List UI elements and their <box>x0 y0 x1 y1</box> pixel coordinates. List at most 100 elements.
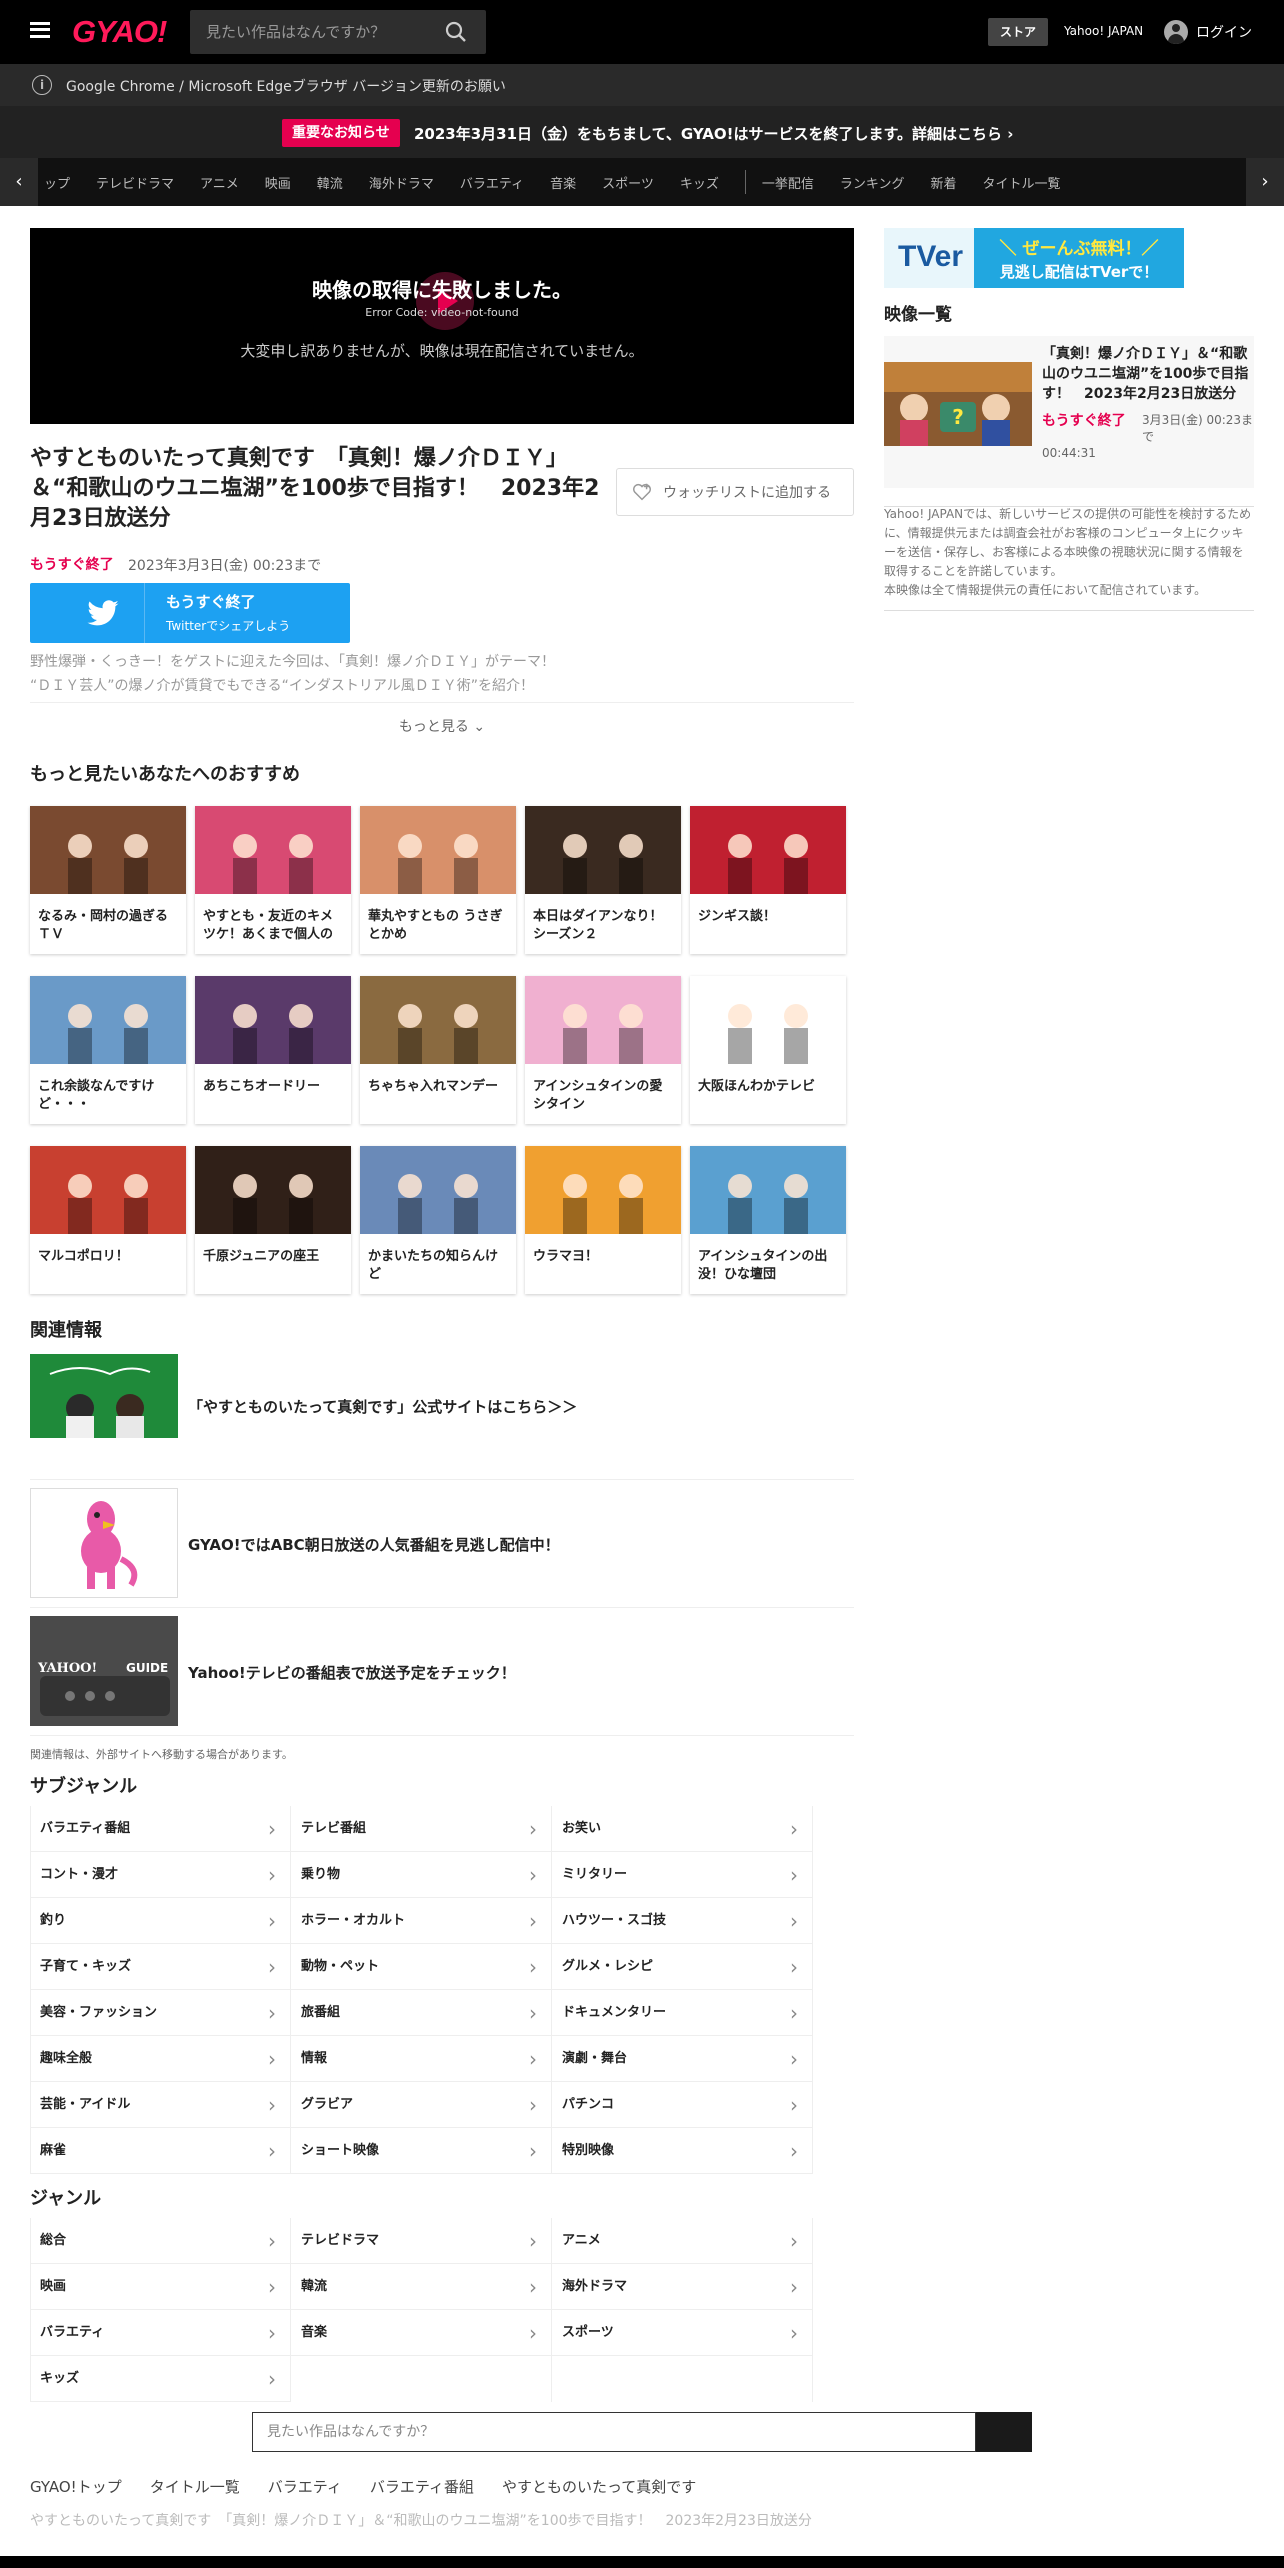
column-divider <box>551 2218 552 2402</box>
footer-search-input[interactable] <box>252 2412 976 2452</box>
breadcrumb-item[interactable]: バラエティ <box>268 2476 342 2497</box>
disclaimer-text: 本映像は全て情報提供元の責任において配信されています。 <box>884 583 1207 597</box>
search-input[interactable] <box>190 10 436 54</box>
recommend-card[interactable]: やすとも・友近のキメツケ！あくまで個人の <box>195 806 351 954</box>
genre-link[interactable]: 情報 <box>291 2036 551 2082</box>
nav-item[interactable]: タイトル一覧 <box>983 173 1061 192</box>
genre-link[interactable]: 芸能・アイドル <box>30 2082 290 2128</box>
recommend-title: アインシュタインの出没！ひな壇団 <box>698 1249 828 1282</box>
recommend-card[interactable]: あちこちオードリー <box>195 976 351 1124</box>
genre-link[interactable]: ミリタリー <box>552 1852 812 1898</box>
recommend-title: あちこちオードリー <box>203 1079 321 1094</box>
genre-link[interactable]: ショート映像 <box>291 2128 551 2174</box>
recommend-card[interactable]: 本日はダイアンなり！シーズン２ <box>525 806 681 954</box>
nav-item[interactable]: ランキング <box>840 173 905 192</box>
recommend-card[interactable]: ジンギス談！ <box>690 806 846 954</box>
nav-item[interactable]: 映画 <box>265 173 291 192</box>
genre-link[interactable]: 子育て・キッズ <box>30 1944 290 1990</box>
genre-link[interactable]: お笑い <box>552 1806 812 1852</box>
nav-item[interactable]: キッズ <box>680 173 719 192</box>
nav-item[interactable]: ップ <box>44 173 70 192</box>
recommend-title: ジンギス談！ <box>698 909 777 924</box>
menu-icon[interactable] <box>30 22 50 38</box>
video-player[interactable]: 映像の取得に失敗しました。 Error Code: video-not-foun… <box>30 228 854 424</box>
nav-item[interactable]: 音楽 <box>550 173 576 192</box>
genre-link[interactable]: グラビア <box>291 2082 551 2128</box>
breadcrumb-item[interactable]: バラエティ番組 <box>370 2476 474 2497</box>
related-item[interactable]: YAHOO! GUIDE Yahoo!テレビの番組表で放送予定をチェック！ <box>30 1616 854 1736</box>
yahoo-japan-link[interactable]: Yahoo! JAPAN <box>1064 24 1143 38</box>
genre-link[interactable]: 乗り物 <box>291 1852 551 1898</box>
breadcrumb-item[interactable]: やすとものいたって真剣です <box>502 2476 696 2497</box>
genre-link[interactable]: 麻雀 <box>30 2128 290 2174</box>
genre-link[interactable]: 旅番組 <box>291 1990 551 2036</box>
store-button[interactable]: ストア <box>988 18 1048 46</box>
breadcrumb-item[interactable]: GYAO!トップ <box>30 2476 122 2497</box>
important-notice[interactable]: 重要なお知らせ 2023年3月31日（金）をもちまして、GYAO!はサービスを終… <box>0 106 1284 158</box>
genre-link[interactable]: キッズ <box>30 2356 290 2402</box>
genre-link[interactable]: 総合 <box>30 2218 290 2264</box>
genre-link[interactable]: ホラー・オカルト <box>291 1898 551 1944</box>
genre-link[interactable]: ハウツー・スゴ技 <box>552 1898 812 1944</box>
recommend-card[interactable]: ウラマヨ！ <box>525 1146 681 1294</box>
genre-link[interactable]: グルメ・レシピ <box>552 1944 812 1990</box>
browser-notice[interactable]: i Google Chrome / Microsoft Edgeブラウザ バージ… <box>0 64 1284 106</box>
login-button[interactable]: ログイン <box>1164 18 1252 46</box>
tver-banner[interactable]: TVer ＼ ぜーんぶ無料！／ 見逃し配信はTVerで！ <box>884 228 1184 288</box>
related-item[interactable]: 「やすとものいたって真剣です」公式サイトはこちら＞＞ <box>30 1354 854 1480</box>
nav-left-arrow-icon[interactable]: ‹ <box>0 158 38 206</box>
recommend-card[interactable]: 華丸やすともの うさぎとかめ <box>360 806 516 954</box>
recommend-card[interactable]: かまいたちの知らんけど <box>360 1146 516 1294</box>
nav-right-arrow-icon[interactable]: › <box>1246 158 1284 206</box>
genre-link[interactable]: 海外ドラマ <box>552 2264 812 2310</box>
nav-item[interactable]: 海外ドラマ <box>369 173 434 192</box>
genre-link[interactable]: 特別映像 <box>552 2128 812 2174</box>
recommend-card[interactable]: 大阪ほんわかテレビ <box>690 976 846 1124</box>
nav-item[interactable]: 新着 <box>930 173 956 192</box>
genre-link[interactable]: ドキュメンタリー <box>552 1990 812 2036</box>
recommend-card[interactable]: ちゃちゃ入れマンデー <box>360 976 516 1124</box>
genre-link[interactable]: 釣り <box>30 1898 290 1944</box>
gyao-logo[interactable]: GYAO! <box>72 14 167 50</box>
genre-link[interactable]: バラエティ番組 <box>30 1806 290 1852</box>
genre-link[interactable]: 美容・ファッション <box>30 1990 290 2036</box>
recommend-card[interactable]: アインシュタインの出没！ひな壇団 <box>690 1146 846 1294</box>
nav-item[interactable]: アニメ <box>200 173 239 192</box>
genre-link[interactable]: 演劇・舞台 <box>552 2036 812 2082</box>
recommend-card[interactable]: アインシュタインの愛シタイン <box>525 976 681 1124</box>
genre-link[interactable]: 動物・ペット <box>291 1944 551 1990</box>
genre-link[interactable]: パチンコ <box>552 2082 812 2128</box>
nav-item[interactable]: バラエティ <box>460 173 524 192</box>
recommend-card[interactable]: なるみ・岡村の過ぎるＴＶ <box>30 806 186 954</box>
related-note: 関連情報は、外部サイトへ移動する場合があります。 <box>30 1748 293 1761</box>
video-list-item[interactable]: ? 「真剣！爆ノ介ＤＩＹ」＆“和歌山のウユニ塩湖”を100歩で目指す！ 2023… <box>884 336 1254 488</box>
genre-link[interactable]: スポーツ <box>552 2310 812 2356</box>
twitter-share-button[interactable]: もうすぐ終了 Twitterでシェアしよう <box>30 583 350 643</box>
more-button[interactable]: もっと見る ⌄ <box>30 702 854 752</box>
search-icon[interactable] <box>444 20 468 44</box>
genre-link[interactable]: 映画 <box>30 2264 290 2310</box>
nav-item[interactable]: テレビドラマ <box>96 173 174 192</box>
nav-item[interactable]: 韓流 <box>317 173 343 192</box>
column-divider <box>290 1806 291 2174</box>
genre-link[interactable]: コント・漫才 <box>30 1852 290 1898</box>
related-item[interactable]: GYAO!ではABC朝日放送の人気番組を見逃し配信中！ <box>30 1488 854 1608</box>
watchlist-button[interactable]: ウォッチリストに追加する <box>616 468 854 516</box>
genre-link[interactable]: 韓流 <box>291 2264 551 2310</box>
genre-link[interactable]: 趣味全般 <box>30 2036 290 2082</box>
nav-item[interactable]: スポーツ <box>602 173 654 192</box>
genre-heading: ジャンル <box>30 2188 102 2209</box>
genre-link[interactable]: バラエティ <box>30 2310 290 2356</box>
nav-item[interactable]: 一挙配信 <box>762 173 814 192</box>
genre-link[interactable]: アニメ <box>552 2218 812 2264</box>
breadcrumb-item[interactable]: タイトル一覧 <box>150 2476 240 2497</box>
footer-search-button[interactable] <box>976 2412 1032 2452</box>
recommend-thumbnail <box>360 976 516 1064</box>
genre-link[interactable]: テレビドラマ <box>291 2218 551 2264</box>
recommend-card[interactable]: マルコポロリ！ <box>30 1146 186 1294</box>
video-description: 野性爆弾・くっきー！をゲストに迎えた今回は、「真剣！爆ノ介ＤＩＹ」がテーマ！ “… <box>30 650 650 698</box>
recommend-card[interactable]: これ余談なんですけど・・・ <box>30 976 186 1124</box>
genre-link[interactable]: テレビ番組 <box>291 1806 551 1852</box>
recommend-card[interactable]: 千原ジュニアの座王 <box>195 1146 351 1294</box>
genre-link[interactable]: 音楽 <box>291 2310 551 2356</box>
